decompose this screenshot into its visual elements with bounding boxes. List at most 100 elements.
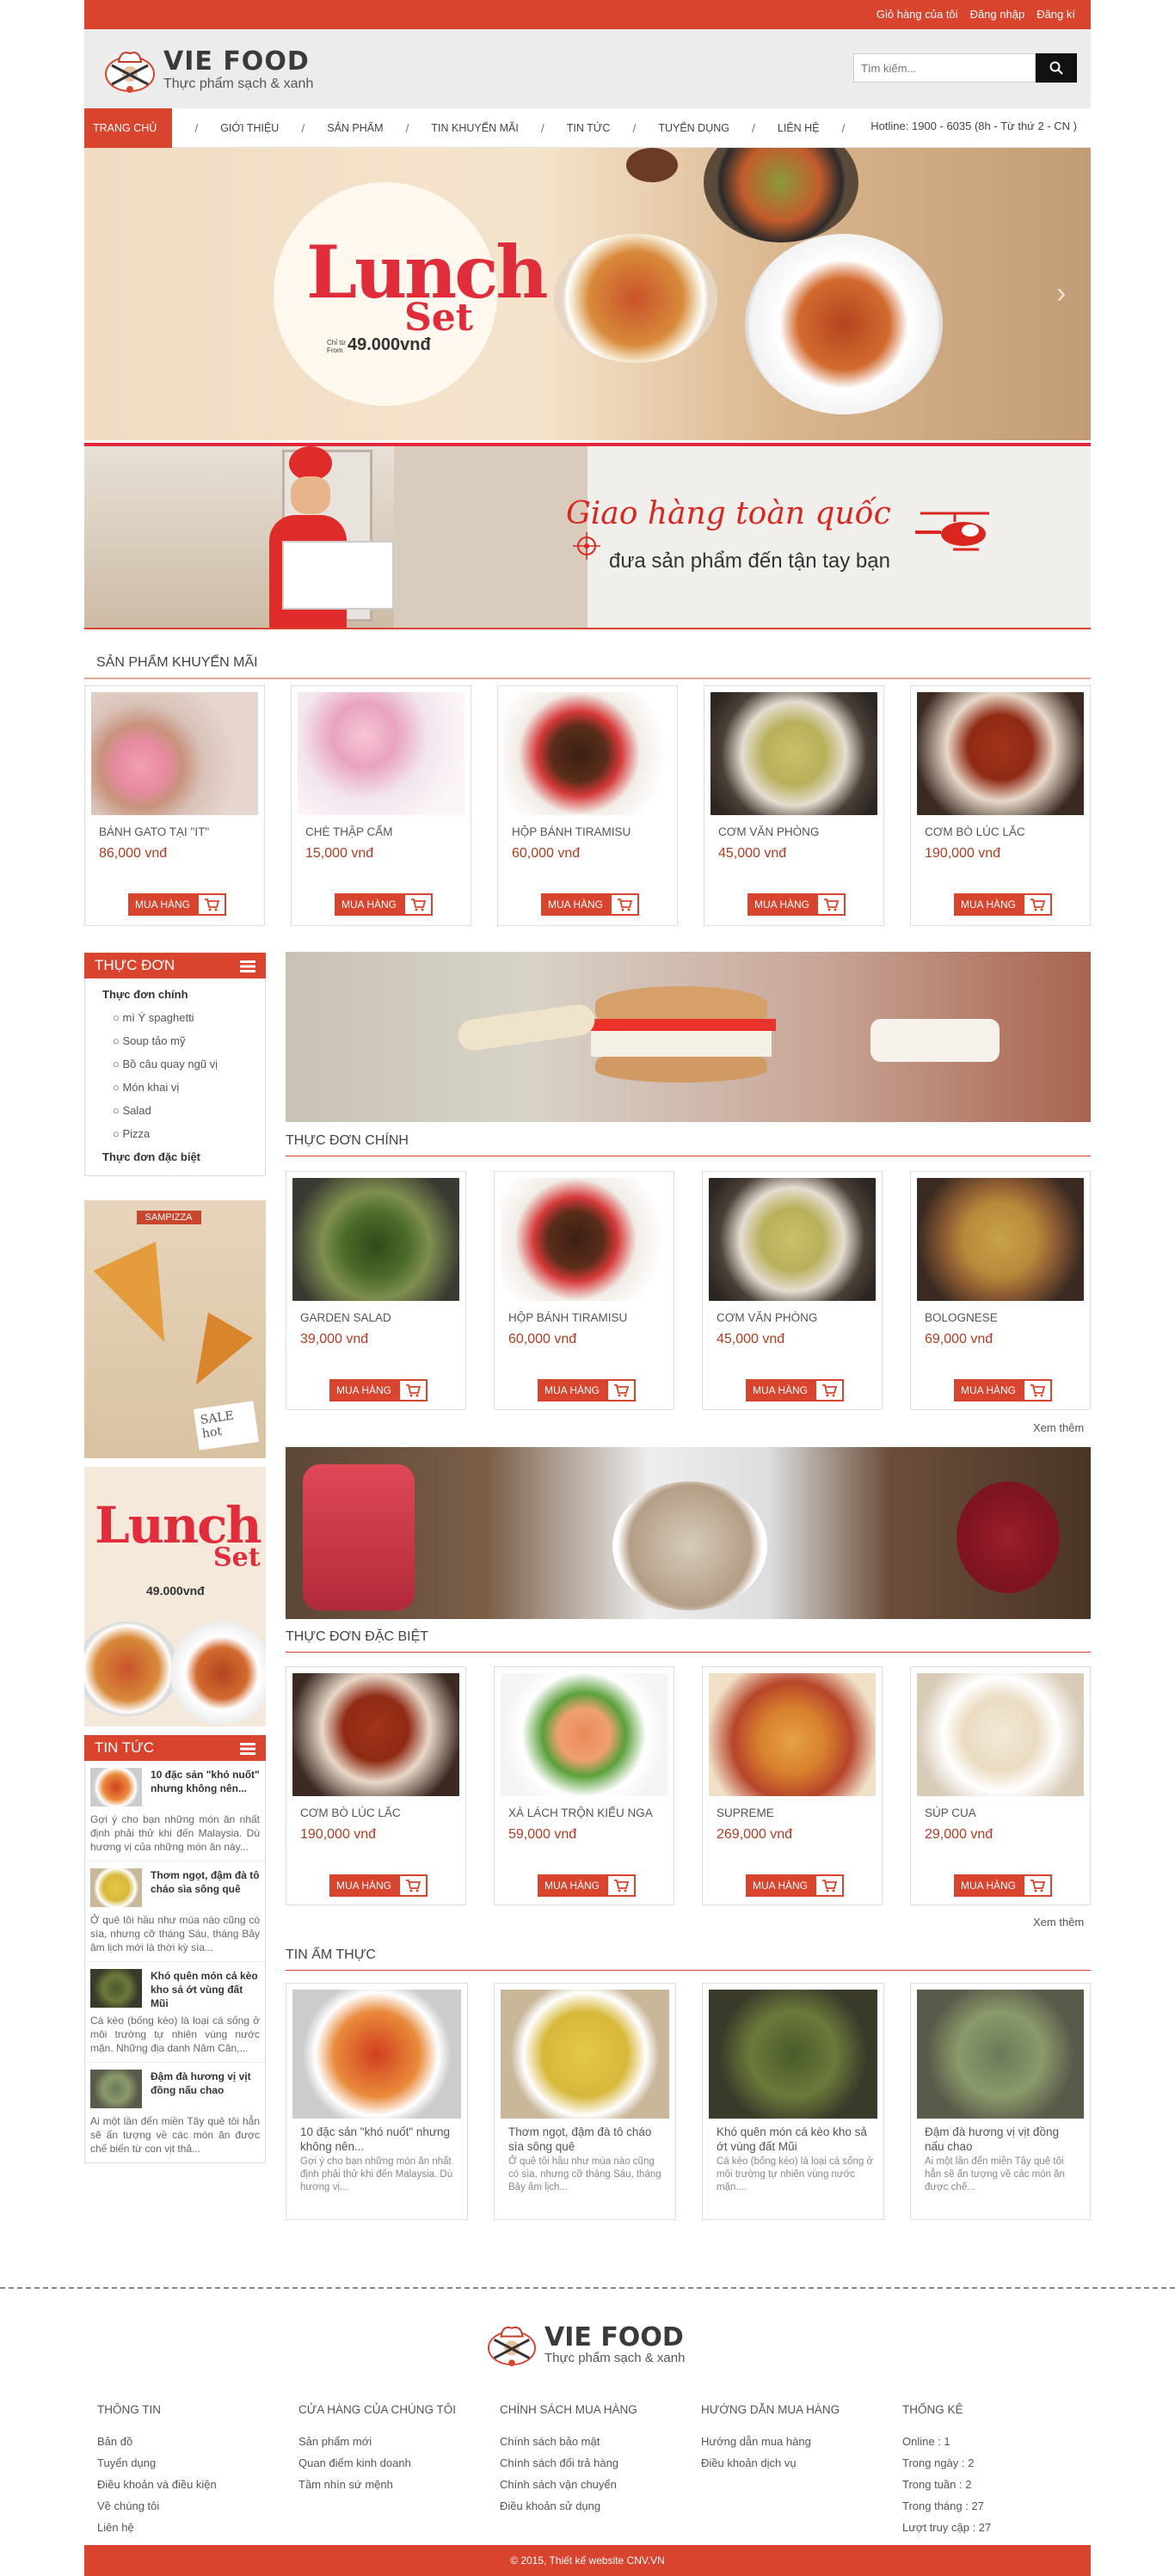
pizza-ad-banner[interactable]: SAMPIZZA SALE hot (84, 1200, 266, 1458)
news-card[interactable]: Đậm đà hương vị vịt đồng nấu chao Ai một… (910, 1983, 1091, 2220)
news-title[interactable]: Đậm đà hương vị vịt đồng nấu chao (151, 2070, 260, 2111)
menu-item[interactable]: ○ mì Ý spaghetti (85, 1006, 265, 1029)
slider-next-icon[interactable]: › (1056, 277, 1066, 310)
menu-item[interactable]: ○ Soup tảo mỹ (85, 1029, 265, 1052)
news-card-title[interactable]: Thơm ngọt, đậm đà tô cháo sìa sông quê (508, 2125, 667, 2154)
buy-button[interactable]: MUA HÀNG (954, 1874, 1053, 1897)
news-item[interactable]: 10 đặc sản "khó nuốt" nhưng không nên...… (85, 1761, 265, 1861)
product-name[interactable]: CƠM VĂN PHÒNG (718, 825, 819, 838)
product-card[interactable]: BÁNH GATO TẠI "IT" 86,000 vnđ MUA HÀNG (84, 685, 265, 926)
news-card-title[interactable]: Khó quên món cá kèo kho sả ớt vùng đất M… (717, 2125, 875, 2154)
buy-button[interactable]: MUA HÀNG (746, 1379, 845, 1401)
product-card[interactable]: XÀ LÁCH TRỘN KIỂU NGA 59,000 vnđ MUA HÀN… (494, 1666, 674, 1905)
menu-item[interactable]: ○ Pizza (85, 1122, 265, 1145)
product-name[interactable]: SUPREME (717, 1806, 774, 1819)
product-name[interactable]: CƠM BÒ LÚC LẮC (925, 825, 1025, 838)
cart-link[interactable]: Giỏ hàng của tôi (877, 8, 958, 21)
nav-news[interactable]: TIN TỨC (567, 122, 611, 134)
nav-products[interactable]: SẢN PHẨM (327, 122, 383, 134)
search-button[interactable] (1036, 53, 1077, 83)
menu-item[interactable]: ○ Bồ câu quay ngũ vị (85, 1052, 265, 1076)
news-card[interactable]: Thơm ngọt, đậm đà tô cháo sìa sông quê Ở… (494, 1983, 676, 2220)
product-name[interactable]: CHÈ THẬP CẨM (305, 825, 393, 838)
news-item[interactable]: Khó quên món cá kèo kho sả ớt vùng đất M… (85, 1962, 265, 2063)
news-title[interactable]: 10 đặc sản "khó nuốt" nhưng không nên... (151, 1768, 260, 1809)
product-name[interactable]: CƠM VĂN PHÒNG (717, 1311, 817, 1324)
buy-button[interactable]: MUA HÀNG (538, 1379, 637, 1401)
product-image[interactable] (292, 1178, 459, 1301)
footer-link[interactable]: Chính sách bảo mật (500, 2435, 637, 2448)
buy-button[interactable]: MUA HÀNG (128, 893, 227, 916)
nav-promotions[interactable]: TIN KHUYẾN MÃI (431, 122, 518, 134)
product-card[interactable]: SUPREME 269,000 vnđ MUA HÀNG (702, 1666, 883, 1905)
footer-link[interactable]: Chính sách vận chuyển (500, 2478, 637, 2491)
product-image[interactable] (504, 692, 671, 815)
buy-button[interactable]: MUA HÀNG (538, 1874, 637, 1897)
product-image[interactable] (709, 1673, 876, 1796)
product-card[interactable]: CƠM VĂN PHÒNG 45,000 vnđ MUA HÀNG (704, 685, 884, 926)
footer-link[interactable]: Hướng dẫn mua hàng (701, 2435, 840, 2448)
product-card[interactable]: CƠM BÒ LÚC LẮC 190,000 vnđ MUA HÀNG (286, 1666, 466, 1905)
menu-item[interactable]: ○ Salad (85, 1099, 265, 1122)
buy-button[interactable]: MUA HÀNG (335, 893, 434, 916)
buy-button[interactable]: MUA HÀNG (746, 1874, 845, 1897)
news-card[interactable]: Khó quên món cá kèo kho sả ớt vùng đất M… (702, 1983, 884, 2220)
buy-button[interactable]: MUA HÀNG (747, 893, 846, 916)
news-thumbnail[interactable] (90, 1768, 142, 1806)
footer-link[interactable]: Điều khoản dịch vụ (701, 2456, 840, 2469)
news-card-title[interactable]: Đậm đà hương vị vịt đồng nấu chao (925, 2125, 1081, 2154)
nav-home[interactable]: TRANG CHỦ (84, 108, 173, 148)
footer-link[interactable]: Chính sách đổi trả hàng (500, 2456, 637, 2469)
nav-recruitment[interactable]: TUYỂN DỤNG (658, 122, 729, 134)
footer-link[interactable]: Liên hệ (97, 2521, 217, 2534)
product-name[interactable]: GARDEN SALAD (300, 1311, 391, 1324)
product-card[interactable]: CHÈ THẬP CẨM 15,000 vnđ MUA HÀNG (291, 685, 471, 926)
product-image[interactable] (501, 1178, 667, 1301)
buy-button[interactable]: MUA HÀNG (329, 1379, 428, 1401)
news-thumbnail[interactable] (90, 1969, 142, 2008)
product-image[interactable] (711, 692, 877, 815)
product-name[interactable]: XÀ LÁCH TRỘN KIỂU NGA (508, 1806, 653, 1819)
product-card[interactable]: CƠM VĂN PHÒNG 45,000 vnđ MUA HÀNG (702, 1171, 883, 1410)
product-image[interactable] (917, 1178, 1084, 1301)
footer-link[interactable]: Bản đồ (97, 2435, 217, 2448)
register-link[interactable]: Đăng kí (1037, 8, 1075, 21)
news-title[interactable]: Thơm ngọt, đậm đà tô cháo sìa sông quê (151, 1868, 260, 1910)
product-name[interactable]: SÚP CUA (925, 1806, 976, 1819)
nav-contact[interactable]: LIÊN HỆ (778, 122, 820, 134)
nav-about[interactable]: GIỚI THIỆU (220, 122, 279, 134)
product-image[interactable] (501, 1673, 667, 1796)
footer-link[interactable]: Về chúng tôi (97, 2499, 217, 2512)
news-image[interactable] (917, 1990, 1084, 2119)
product-name[interactable]: BOLOGNESE (925, 1311, 998, 1324)
product-image[interactable] (709, 1178, 876, 1301)
product-card[interactable]: HỘP BÁNH TIRAMISU 60,000 vnđ MUA HÀNG (497, 685, 678, 926)
lunch-ad-banner[interactable]: Lunch Set 49.000vnđ (84, 1467, 266, 1727)
buy-button[interactable]: MUA HÀNG (954, 1379, 1053, 1401)
product-image[interactable] (292, 1673, 459, 1796)
news-item[interactable]: Đậm đà hương vị vịt đồng nấu chao Ai một… (85, 2063, 265, 2162)
search-input[interactable] (853, 53, 1036, 83)
product-card[interactable]: BOLOGNESE 69,000 vnđ MUA HÀNG (910, 1171, 1091, 1410)
news-card-title[interactable]: 10 đặc sản "khó nuốt" nhưng không nên... (300, 2125, 458, 2154)
news-thumbnail[interactable] (90, 2070, 142, 2108)
footer-link[interactable]: Tầm nhìn sứ mệnh (298, 2478, 456, 2491)
login-link[interactable]: Đăng nhập (970, 8, 1025, 21)
news-item[interactable]: Thơm ngọt, đậm đà tô cháo sìa sông quê Ở… (85, 1861, 265, 1962)
product-image[interactable] (917, 692, 1084, 815)
menu-item[interactable]: Thực đơn đặc biệt (85, 1145, 265, 1168)
news-title[interactable]: Khó quên món cá kèo kho sả ớt vùng đất M… (151, 1969, 260, 2010)
news-image[interactable] (709, 1990, 877, 2119)
news-image[interactable] (501, 1990, 669, 2119)
logo[interactable]: VIE FOOD Thực phẩm sạch & xanh (103, 46, 313, 95)
buy-button[interactable]: MUA HÀNG (329, 1874, 428, 1897)
product-image[interactable] (298, 692, 464, 815)
footer-link[interactable]: Quan điểm kinh doanh (298, 2456, 456, 2469)
product-name[interactable]: HỘP BÁNH TIRAMISU (512, 825, 631, 838)
special-menu-more-link[interactable]: Xem thêm (1033, 1916, 1084, 1929)
buy-button[interactable]: MUA HÀNG (954, 893, 1053, 916)
product-name[interactable]: HỘP BÁNH TIRAMISU (508, 1311, 627, 1324)
menu-item[interactable]: ○ Món khai vị (85, 1076, 265, 1099)
footer-link[interactable]: Sản phẩm mới (298, 2435, 456, 2448)
product-card[interactable]: SÚP CUA 29,000 vnđ MUA HÀNG (910, 1666, 1091, 1905)
